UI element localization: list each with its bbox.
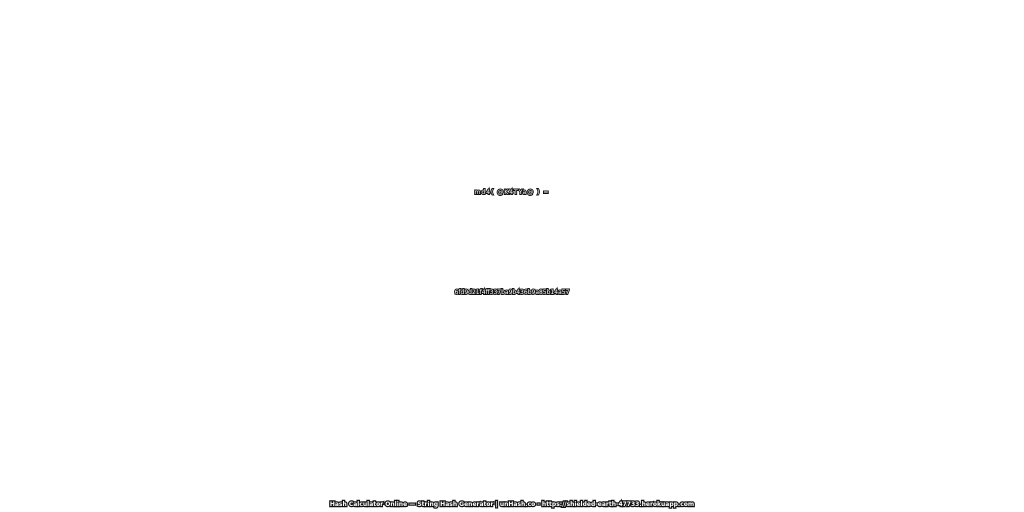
footer-credit: Hash Calculator Online — String Hash Gen…	[329, 500, 696, 510]
hash-value: 6fd9d21f4ff337ba9b436b9a85b14a57	[454, 289, 571, 297]
hash-expression: md4( @K4TYa@ ) =	[474, 189, 550, 197]
hash-image: md4( @K4TYa@ ) = 6fd9d21f4ff337ba9b436b9…	[0, 0, 1024, 512]
